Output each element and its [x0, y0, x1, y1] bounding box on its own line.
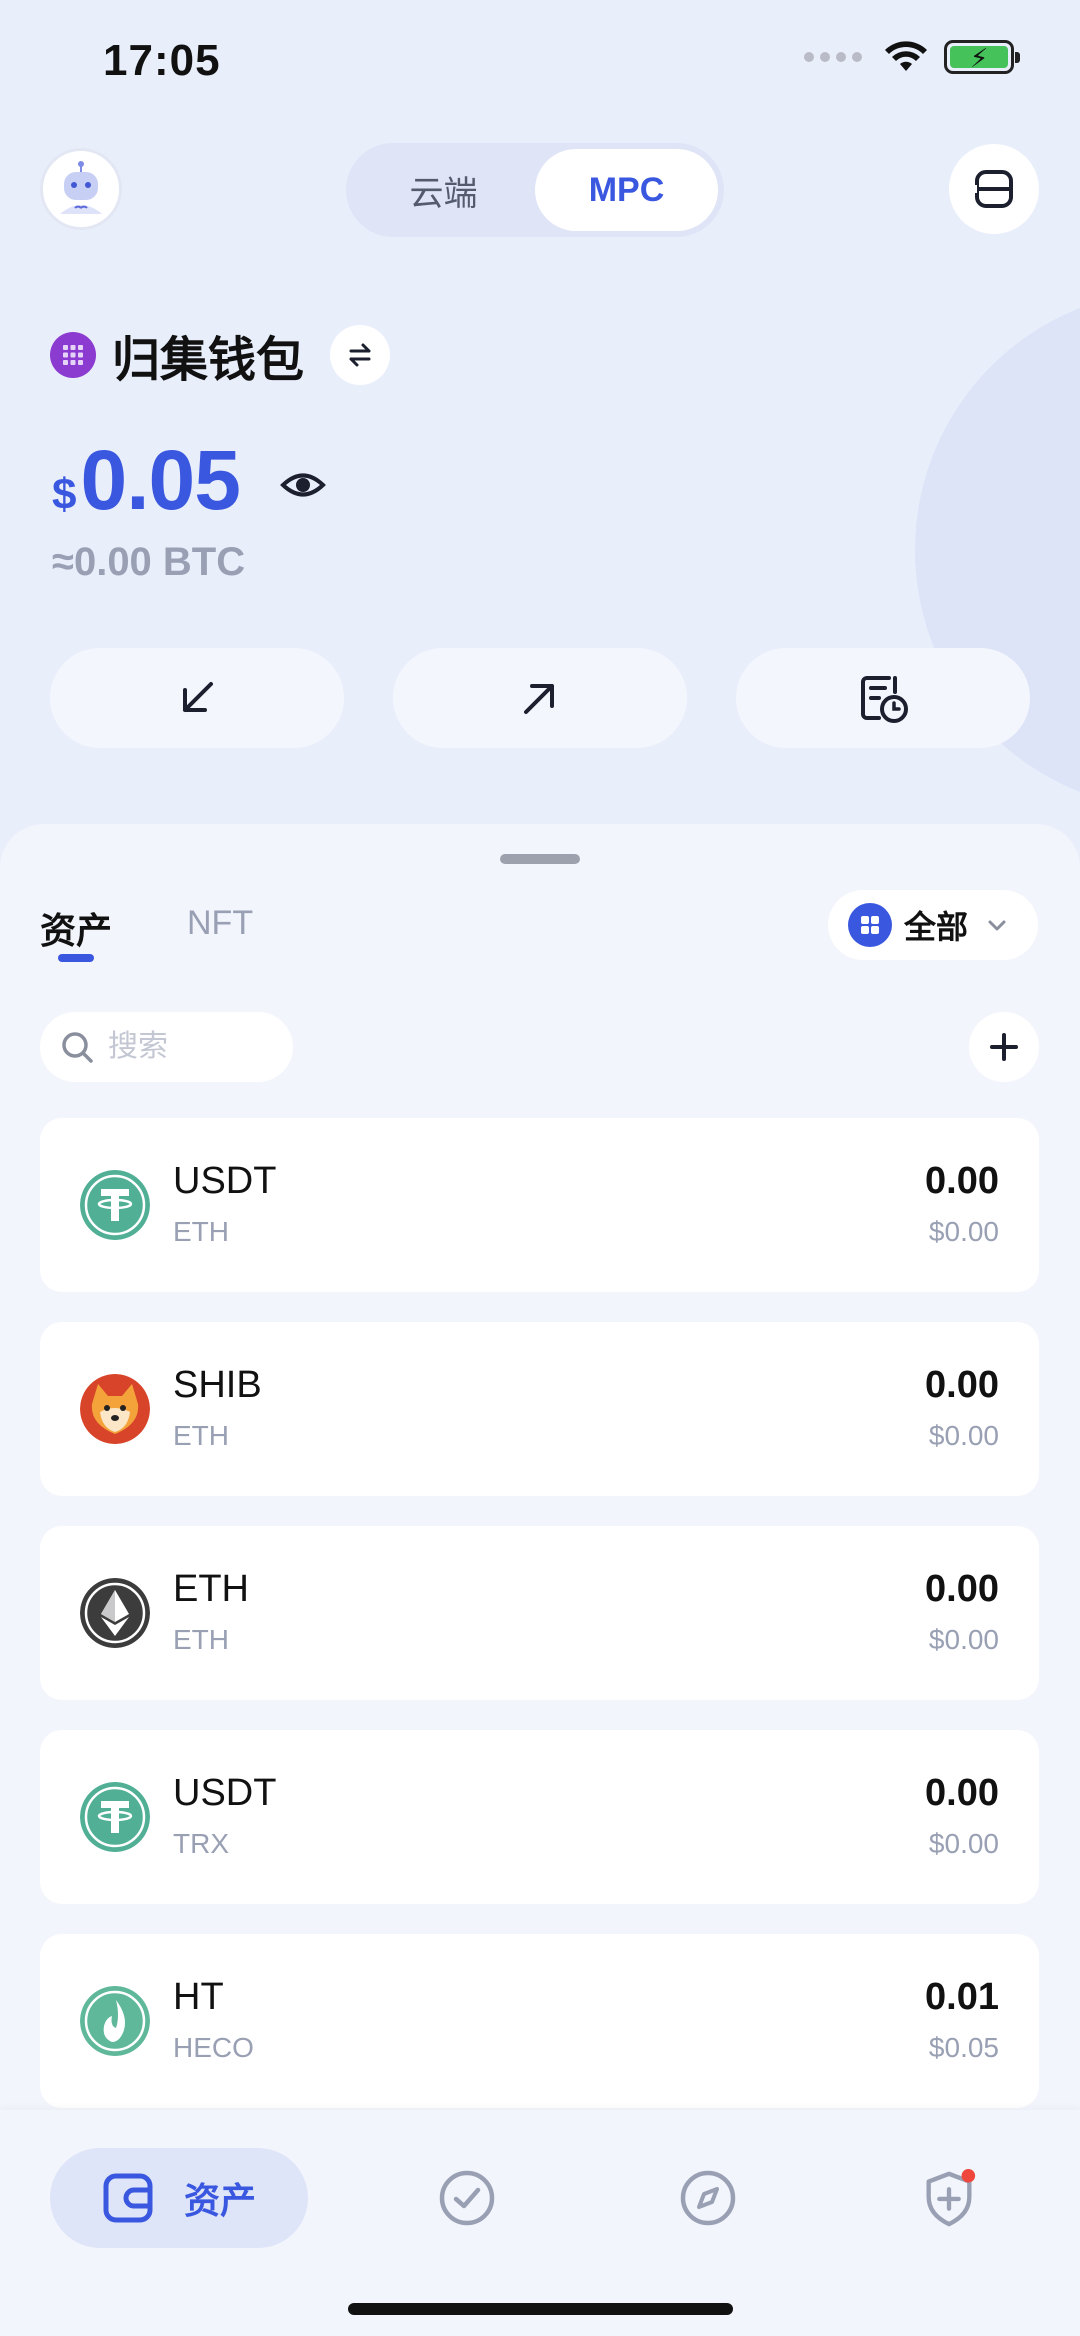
- nav-security-tab[interactable]: [919, 2168, 979, 2228]
- token-amount: 0.01: [925, 1976, 999, 2018]
- nav-discover-tab[interactable]: [678, 2168, 738, 2228]
- grid-icon: [848, 903, 892, 947]
- token-chain: TRX: [173, 1828, 229, 1859]
- nav-assets-tab[interactable]: 资产: [50, 2148, 308, 2248]
- total-balance: $ 0.05: [52, 432, 241, 529]
- balance-amount: 0.05: [80, 433, 240, 527]
- token-symbol: ETH: [173, 1568, 249, 1610]
- sheet-handle[interactable]: [500, 854, 580, 864]
- swap-arrows-icon: [349, 343, 371, 367]
- chain-filter-dropdown[interactable]: 全部: [828, 890, 1038, 960]
- history-icon: [861, 676, 908, 723]
- usdt-icon: [80, 1782, 150, 1852]
- currency-symbol: $: [52, 470, 77, 519]
- token-row[interactable]: ETH ETH 0.00 $0.00: [40, 1526, 1039, 1700]
- segment-cloud[interactable]: 云端: [352, 149, 535, 231]
- token-chain: ETH: [173, 1420, 229, 1451]
- token-usd-value: $0.00: [928, 1828, 999, 1859]
- btc-equivalent: ≈0.00 BTC: [52, 540, 246, 584]
- token-row[interactable]: USDT ETH 0.00 $0.00: [40, 1118, 1039, 1292]
- send-arrow-icon: [524, 684, 554, 714]
- status-time: 17:05: [103, 36, 221, 85]
- token-row[interactable]: HT HECO 0.01 $0.05: [40, 1934, 1039, 2108]
- assets-sheet: 资产 NFT 全部 搜索 USDT ETH 0.00 $0.00 SHIB ET…: [0, 824, 1080, 2124]
- filter-label: 全部: [904, 909, 969, 945]
- status-icons: ⚡: [804, 40, 1020, 74]
- token-amount: 0.00: [925, 1160, 999, 1202]
- token-amount: 0.00: [925, 1364, 999, 1406]
- cellular-signal-icon: [804, 52, 862, 62]
- token-amount: 0.00: [925, 1568, 999, 1610]
- token-chain: ETH: [173, 1216, 229, 1247]
- avatar[interactable]: [40, 148, 122, 230]
- eth-icon: [80, 1578, 150, 1648]
- tab-assets[interactable]: 资产: [40, 902, 112, 954]
- wallet-icon: [50, 332, 96, 378]
- receive-arrow-icon: [183, 682, 213, 712]
- ht-icon: [80, 1986, 150, 2056]
- check-circle-icon: [439, 2170, 495, 2226]
- token-row[interactable]: USDT TRX 0.00 $0.00: [40, 1730, 1039, 1904]
- search-icon: [62, 1032, 93, 1063]
- home-indicator: [348, 2303, 733, 2315]
- nav-assets-label: 资产: [183, 2180, 256, 2221]
- search-input[interactable]: [108, 1030, 268, 1064]
- token-row[interactable]: SHIB ETH 0.00 $0.00: [40, 1322, 1039, 1496]
- segment-mpc[interactable]: MPC: [535, 149, 718, 231]
- tab-nft[interactable]: NFT: [187, 904, 253, 943]
- token-amount: 0.00: [925, 1772, 999, 1814]
- add-token-button[interactable]: [969, 1012, 1039, 1082]
- token-usd-value: $0.00: [928, 1216, 999, 1247]
- tab-active-indicator: [58, 954, 94, 962]
- send-button[interactable]: [393, 648, 687, 748]
- eye-icon[interactable]: [280, 462, 326, 508]
- token-usd-value: $0.00: [928, 1420, 999, 1451]
- scan-button[interactable]: [949, 144, 1039, 234]
- scan-icon: [974, 170, 1013, 208]
- compass-icon: [680, 2170, 736, 2226]
- token-symbol: SHIB: [173, 1364, 262, 1406]
- token-symbol: USDT: [173, 1160, 277, 1202]
- robot-icon: [60, 161, 102, 214]
- switch-wallet-button[interactable]: [330, 325, 391, 385]
- history-button[interactable]: [736, 648, 1030, 748]
- chevron-down-icon: [988, 920, 1006, 931]
- token-symbol: USDT: [173, 1772, 277, 1814]
- token-usd-value: $0.00: [928, 1624, 999, 1655]
- nav-approvals-tab[interactable]: [437, 2168, 497, 2228]
- token-list: USDT ETH 0.00 $0.00 SHIB ETH 0.00 $0.00: [40, 1118, 1039, 2138]
- receive-button[interactable]: [50, 648, 344, 748]
- shib-icon: [80, 1374, 150, 1444]
- search-box: [40, 1012, 293, 1082]
- wallet-selector[interactable]: 归集钱包: [50, 320, 391, 390]
- token-chain: HECO: [173, 2032, 254, 2063]
- token-usd-value: $0.05: [928, 2032, 999, 2063]
- wallet-type-switcher: 云端 MPC: [346, 143, 724, 237]
- wallet-name: 归集钱包: [112, 334, 305, 387]
- usdt-icon: [80, 1170, 150, 1240]
- wifi-icon: [885, 41, 927, 71]
- plus-icon: [990, 1033, 1018, 1061]
- wallet-tab-icon: [103, 2173, 153, 2223]
- token-symbol: HT: [173, 1976, 224, 2018]
- token-chain: ETH: [173, 1624, 229, 1655]
- battery-icon: ⚡: [944, 40, 1020, 74]
- shield-plus-icon: [926, 2168, 976, 2227]
